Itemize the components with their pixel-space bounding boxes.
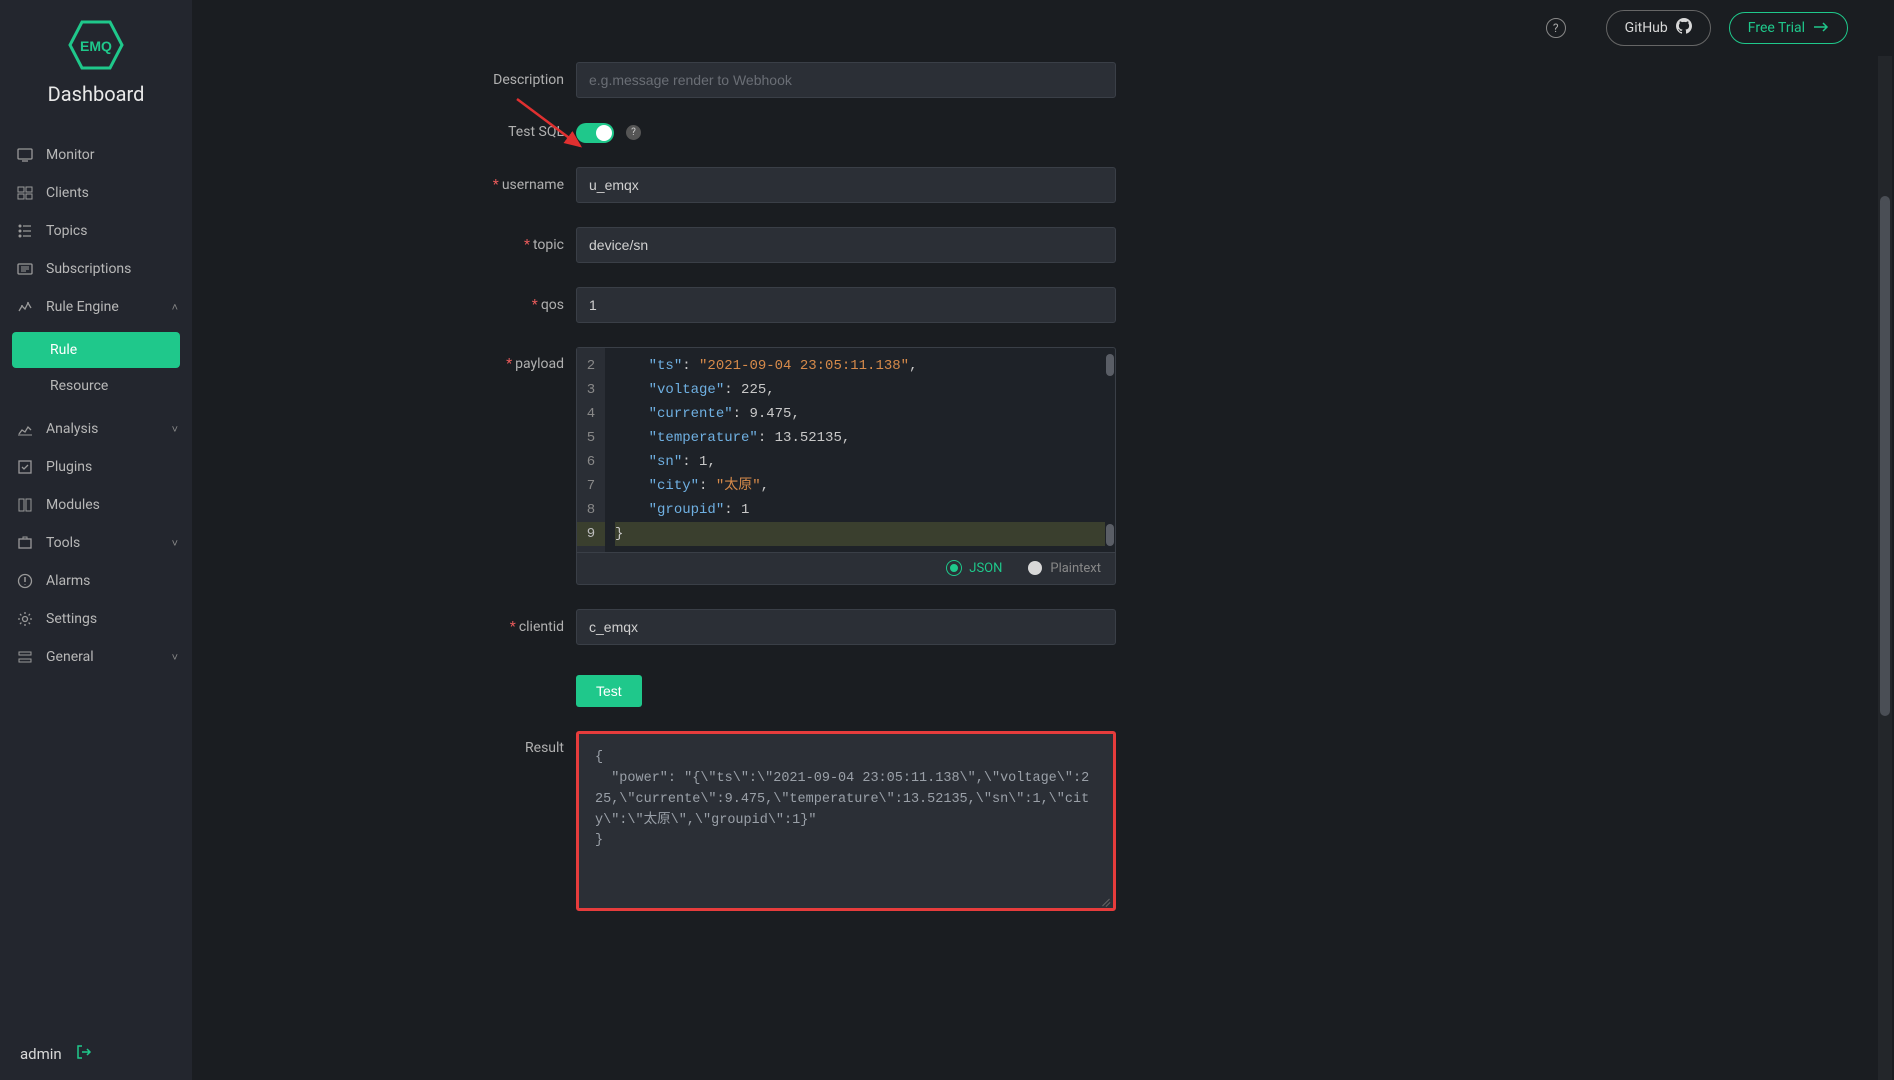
qos-label: *qos xyxy=(192,297,576,313)
content: Description Test SQL ? *username *topic xyxy=(192,56,1894,1080)
github-label: GitHub xyxy=(1625,20,1668,36)
format-json-radio[interactable]: JSON xyxy=(947,561,1002,576)
radio-dot-icon xyxy=(1028,561,1042,575)
description-input[interactable] xyxy=(576,62,1116,98)
sidebar-item-general[interactable]: General ˅ xyxy=(0,638,192,676)
sidebar-item-tools[interactable]: Tools ˅ xyxy=(0,524,192,562)
settings-icon xyxy=(16,610,34,628)
payload-format-bar: JSON Plaintext xyxy=(576,553,1116,585)
sidebar-item-topics[interactable]: Topics xyxy=(0,212,192,250)
monitor-icon xyxy=(16,146,34,164)
code-line: "sn": 1, xyxy=(615,450,1105,474)
sidebar-item-alarms[interactable]: Alarms xyxy=(0,562,192,600)
nav-label: Monitor xyxy=(46,147,95,163)
plugins-icon xyxy=(16,458,34,476)
main-scrollbar[interactable] xyxy=(1878,56,1892,1080)
nav: Monitor Clients Topics Subscriptions Rule En… xyxy=(0,136,192,676)
chevron-down-icon: ˅ xyxy=(172,423,178,436)
scrollbar-thumb[interactable] xyxy=(1880,196,1890,716)
clientid-label: *clientid xyxy=(192,619,576,635)
nav-label: Analysis xyxy=(46,421,98,437)
nav-label: General xyxy=(46,649,94,665)
nav-label: Rule Engine xyxy=(46,299,119,315)
nav-label: Clients xyxy=(46,185,89,201)
sidebar-item-plugins[interactable]: Plugins xyxy=(0,448,192,486)
subscriptions-icon xyxy=(16,260,34,278)
radio-dot-icon xyxy=(947,561,961,575)
editor-lines[interactable]: "ts": "2021-09-04 23:05:11.138", "voltag… xyxy=(605,348,1115,552)
sidebar-item-analysis[interactable]: Analysis ˅ xyxy=(0,410,192,448)
free-trial-label: Free Trial xyxy=(1748,20,1805,36)
nav-label: Modules xyxy=(46,497,100,513)
help-icon[interactable]: ? xyxy=(1546,18,1566,38)
test-sql-toggle[interactable] xyxy=(576,123,614,143)
editor-gutter: 23456789 xyxy=(577,348,605,552)
resize-handle-icon[interactable] xyxy=(1099,894,1111,906)
nav-label: Alarms xyxy=(46,573,90,589)
editor-scroll-thumb[interactable] xyxy=(1106,354,1114,376)
logo-area: EMQ Dashboard xyxy=(0,0,192,116)
test-sql-help-icon[interactable]: ? xyxy=(626,125,641,140)
current-user: admin xyxy=(20,1045,62,1063)
code-line: "city": "太原", xyxy=(615,474,1105,498)
format-plaintext-radio[interactable]: Plaintext xyxy=(1028,561,1101,576)
chevron-down-icon: ˅ xyxy=(172,537,178,550)
sidebar-item-subscriptions[interactable]: Subscriptions xyxy=(0,250,192,288)
code-line: "voltage": 225, xyxy=(615,378,1105,402)
sidebar: EMQ Dashboard Monitor Clients Topics Subscr… xyxy=(0,0,192,1080)
nav-label: Subscriptions xyxy=(46,261,131,277)
free-trial-button[interactable]: Free Trial xyxy=(1729,12,1848,44)
result-label: Result xyxy=(192,731,576,756)
code-line: "currente": 9.475, xyxy=(615,402,1105,426)
analysis-icon xyxy=(16,420,34,438)
username-label: *username xyxy=(192,177,576,193)
result-output[interactable]: { "power": "{\"ts\":\"2021-09-04 23:05:1… xyxy=(576,731,1116,911)
sidebar-item-modules[interactable]: Modules xyxy=(0,486,192,524)
tools-icon xyxy=(16,534,34,552)
code-line: "groupid": 1 xyxy=(615,498,1105,522)
nav-label: Tools xyxy=(46,535,80,551)
general-icon xyxy=(16,648,34,666)
modules-icon xyxy=(16,496,34,514)
qos-input[interactable] xyxy=(576,287,1116,323)
username-input[interactable] xyxy=(576,167,1116,203)
topic-label: *topic xyxy=(192,237,576,253)
code-line: "ts": "2021-09-04 23:05:11.138", xyxy=(615,354,1105,378)
topics-icon xyxy=(16,222,34,240)
payload-editor[interactable]: 23456789 "ts": "2021-09-04 23:05:11.138"… xyxy=(576,347,1116,553)
test-button[interactable]: Test xyxy=(576,675,642,707)
sidebar-item-settings[interactable]: Settings xyxy=(0,600,192,638)
topic-input[interactable] xyxy=(576,227,1116,263)
editor-scroll-thumb[interactable] xyxy=(1106,524,1114,546)
payload-label: *payload xyxy=(192,347,576,372)
sidebar-item-clients[interactable]: Clients xyxy=(0,174,192,212)
topbar: ? GitHub Free Trial xyxy=(192,0,1894,56)
description-label: Description xyxy=(192,72,576,88)
chevron-down-icon: ˅ xyxy=(172,651,178,664)
nav-label: Settings xyxy=(46,611,97,627)
emq-logo-icon: EMQ xyxy=(68,20,124,70)
nav-label: Topics xyxy=(46,223,87,239)
logout-icon[interactable] xyxy=(76,1044,92,1064)
nav-label: Plugins xyxy=(46,459,92,475)
sidebar-subitem-rule[interactable]: Rule xyxy=(12,332,180,368)
rule-engine-icon xyxy=(16,298,34,316)
sidebar-footer: admin xyxy=(0,1028,192,1080)
svg-text:EMQ: EMQ xyxy=(80,38,112,54)
code-line: } xyxy=(615,522,1105,546)
github-icon xyxy=(1676,18,1692,38)
clients-icon xyxy=(16,184,34,202)
chevron-up-icon: ˄ xyxy=(172,301,178,314)
sidebar-item-rule-engine[interactable]: Rule Engine ˄ xyxy=(0,288,192,326)
dashboard-title: Dashboard xyxy=(0,82,192,106)
sidebar-item-monitor[interactable]: Monitor xyxy=(0,136,192,174)
test-sql-label: Test SQL xyxy=(192,124,576,140)
arrow-right-icon xyxy=(1813,20,1829,36)
result-text: { "power": "{\"ts\":\"2021-09-04 23:05:1… xyxy=(595,750,1089,849)
code-line: "temperature": 13.52135, xyxy=(615,426,1105,450)
sidebar-subitem-resource[interactable]: Resource xyxy=(12,368,180,404)
clientid-input[interactable] xyxy=(576,609,1116,645)
github-button[interactable]: GitHub xyxy=(1606,10,1711,46)
alarms-icon xyxy=(16,572,34,590)
